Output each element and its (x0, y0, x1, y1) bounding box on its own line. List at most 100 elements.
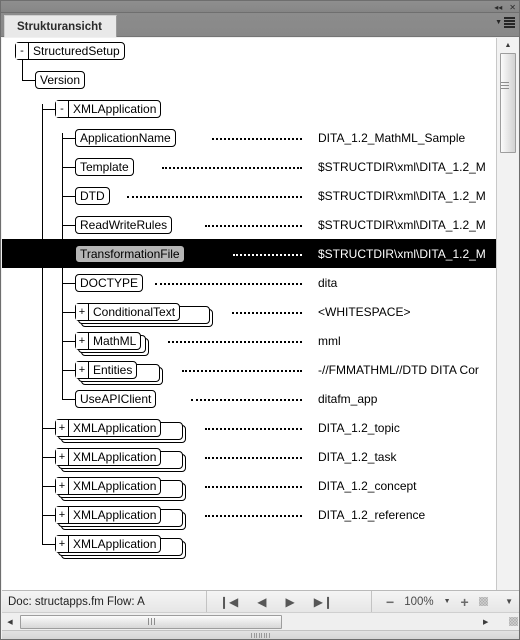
tree-row[interactable]: Template $STRUCTDIR\xml\DITA_1.2_M (2, 152, 497, 181)
tree-row[interactable]: + MathML mml (2, 326, 497, 356)
tree-node-label: XMLApplication (73, 479, 157, 493)
scroll-up-arrow-icon[interactable]: ▲ (497, 38, 519, 52)
tree-node-value: DITA_1.2_topic (318, 421, 400, 435)
expand-icon[interactable]: + (56, 478, 69, 494)
expand-icon[interactable]: + (56, 449, 69, 465)
tree-node-label: ReadWriteRules (80, 218, 168, 232)
previous-page-button[interactable]: ◀ (257, 595, 266, 609)
tree-connector-line (22, 80, 35, 81)
collapse-to-icons-icon[interactable]: ◂◂ (494, 3, 502, 12)
tree-row[interactable]: ReadWriteRules $STRUCTDIR\xml\DITA_1.2_M (2, 210, 497, 239)
tree-connector-line (62, 225, 75, 226)
tree-row[interactable]: DOCTYPE dita (2, 268, 497, 297)
horizontal-scrollbar[interactable]: ◀ ▶ (2, 612, 519, 630)
tree-node-applicationname[interactable]: ApplicationName (75, 129, 176, 147)
tree-row[interactable]: + XMLApplication DITA_1.2_task (2, 442, 497, 472)
tree-row[interactable]: UseAPIClient ditafm_app (2, 384, 497, 413)
tree-node-label: ApplicationName (80, 131, 171, 145)
tree-node-label: DTD (80, 189, 105, 203)
tree-row[interactable]: + Entities -//FMMATHML//DTD DITA Cor (2, 355, 497, 385)
tree-node-transformationfile[interactable]: TransformationFile (75, 245, 185, 263)
expand-icon[interactable]: + (76, 333, 89, 349)
tree-node-template[interactable]: Template (75, 158, 134, 176)
first-page-button[interactable]: ❙◀ (219, 595, 238, 609)
window-resize-strip[interactable] (2, 630, 519, 639)
expand-icon[interactable]: + (56, 536, 69, 552)
dotted-leader (204, 457, 302, 459)
tree-node-conditionaltext[interactable]: + ConditionalText (75, 303, 181, 321)
horizontal-scrollbar-track[interactable] (18, 613, 481, 631)
tree-node-doctype[interactable]: DOCTYPE (75, 274, 144, 292)
panel-menu-button[interactable]: ▼ (495, 17, 515, 28)
dotted-leader (168, 341, 302, 343)
tree-node-xmlapplication[interactable]: + XMLApplication (55, 535, 162, 553)
resize-grip-icon[interactable] (478, 597, 488, 606)
tree-node-label: DOCTYPE (80, 276, 139, 290)
close-icon[interactable]: ✕ (509, 3, 516, 12)
tree-node-label: XMLApplication (73, 537, 157, 551)
next-page-button[interactable]: ▶ (286, 595, 295, 609)
tree-node-useapiclient[interactable]: UseAPIClient (75, 390, 157, 408)
tree-node-dtd[interactable]: DTD (75, 187, 110, 205)
zoom-in-button[interactable]: + (461, 594, 469, 610)
tree-node-value: $STRUCTDIR\xml\DITA_1.2_M (318, 218, 486, 232)
tab-strukturansicht[interactable]: Strukturansicht (4, 15, 117, 37)
tree-row[interactable]: + XMLApplication DITA_1.2_concept (2, 471, 497, 501)
tree-row[interactable]: Version (2, 65, 497, 94)
tree-row[interactable]: TransformationFile $STRUCTDIR\xml\DITA_1.… (2, 239, 497, 268)
scroll-left-arrow-icon[interactable]: ◀ (2, 613, 18, 631)
collapse-icon[interactable]: - (16, 43, 29, 59)
tree-connector-line (62, 399, 75, 400)
collapse-panel-icon[interactable]: ▼ (505, 597, 513, 606)
tree-row[interactable]: - XMLApplication (2, 94, 497, 123)
tree-node-value: $STRUCTDIR\xml\DITA_1.2_M (318, 160, 486, 174)
zoom-out-button[interactable]: − (386, 594, 394, 610)
tree-row[interactable]: ApplicationName DITA_1.2_MathML_Sample (2, 123, 497, 152)
tree-row[interactable]: + XMLApplication (2, 529, 497, 559)
expand-icon[interactable]: + (56, 507, 69, 523)
tree-node-entities[interactable]: + Entities (75, 361, 138, 379)
tree-connector-line (62, 167, 75, 168)
tree-row[interactable]: - StructuredSetup (2, 38, 497, 65)
expand-icon[interactable]: + (76, 304, 89, 320)
last-page-button[interactable]: ▶❙ (314, 595, 333, 609)
dotted-leader (190, 399, 302, 401)
dotted-leader (204, 486, 302, 488)
document-info-label: Doc: structapps.fm Flow: A (2, 590, 207, 613)
tree-connector-line (62, 196, 75, 197)
tree-node-structuredsetup[interactable]: - StructuredSetup (15, 42, 125, 60)
horizontal-scrollbar-thumb[interactable] (20, 614, 282, 629)
tree-connector-line (62, 341, 75, 342)
status-bar: Doc: structapps.fm Flow: A ❙◀ ◀ ▶ ▶❙ − 1… (2, 590, 519, 613)
tree-connector-line (62, 283, 75, 284)
tree-node-xmlapplication[interactable]: + XMLApplication (55, 506, 162, 524)
tree-row[interactable]: + XMLApplication DITA_1.2_topic (2, 413, 497, 443)
tree-row[interactable]: DTD $STRUCTDIR\xml\DITA_1.2_M (2, 181, 497, 210)
vertical-scrollbar-thumb[interactable] (500, 53, 516, 153)
structure-tree-canvas[interactable]: - StructuredSetup Version - XMLApplication Ap… (2, 38, 497, 590)
tree-node-label: XMLApplication (73, 102, 157, 116)
tree-node-xmlapplication[interactable]: + XMLApplication (55, 419, 162, 437)
tree-node-label: XMLApplication (73, 450, 157, 464)
dotted-leader (127, 196, 302, 198)
tree-node-xmlapplication[interactable]: + XMLApplication (55, 448, 162, 466)
vertical-scrollbar[interactable]: ▲ (496, 38, 518, 590)
tree-node-version[interactable]: Version (35, 71, 86, 89)
expand-icon[interactable]: + (76, 362, 89, 378)
tree-connector-line (62, 138, 75, 139)
expand-icon[interactable]: + (56, 420, 69, 436)
scroll-right-arrow-icon[interactable]: ▶ (481, 613, 507, 631)
tree-connector-line (42, 457, 55, 458)
tree-node-readwriterules[interactable]: ReadWriteRules (75, 216, 173, 234)
tree-node-label: XMLApplication (73, 508, 157, 522)
collapse-icon[interactable]: - (56, 101, 69, 117)
tree-node-mathml[interactable]: + MathML (75, 332, 142, 350)
dotted-leader (231, 312, 302, 314)
tree-row[interactable]: + XMLApplication DITA_1.2_reference (2, 500, 497, 530)
tree-node-label: Version (40, 73, 81, 87)
zoom-dropdown-icon[interactable]: ▼ (444, 598, 451, 605)
tree-node-xmlapplication[interactable]: + XMLApplication (55, 477, 162, 495)
dotted-leader (204, 515, 302, 517)
tree-row[interactable]: + ConditionalText <WHITESPACE> (2, 297, 497, 327)
tree-node-xmlapplication[interactable]: - XMLApplication (55, 100, 162, 118)
